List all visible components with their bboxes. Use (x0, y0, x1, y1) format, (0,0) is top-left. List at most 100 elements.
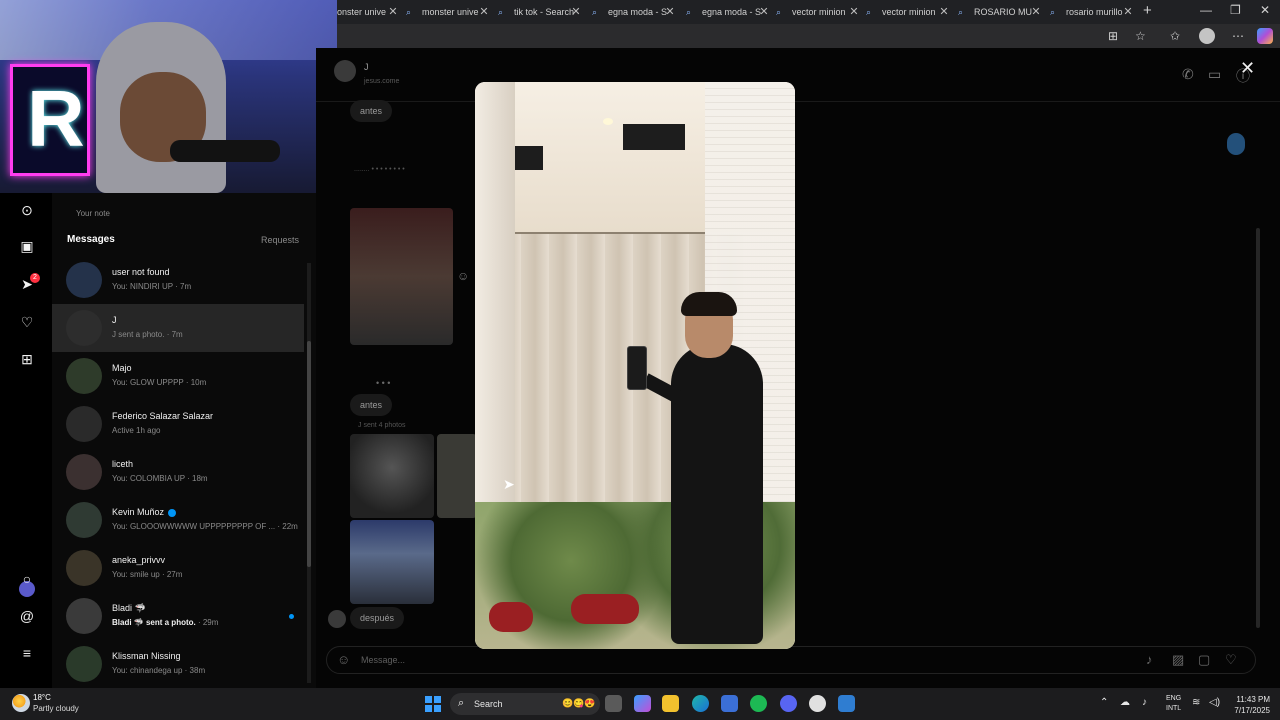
close-tab-icon[interactable]: ✕ (758, 5, 770, 18)
discord-icon[interactable] (780, 695, 797, 712)
onedrive-icon[interactable]: ☁ (1120, 697, 1130, 708)
photo-message-santa[interactable] (350, 208, 453, 345)
ceiling-fixture (623, 124, 685, 150)
close-tab-icon[interactable]: ✕ (1030, 5, 1042, 18)
sticker-icon[interactable]: ▢ (1198, 652, 1210, 668)
sender-avatar[interactable] (328, 610, 346, 628)
tray-chevron-icon[interactable]: ⌃ (1100, 697, 1108, 708)
copilot-app-icon[interactable] (634, 695, 651, 712)
browser-tab[interactable]: ⌕ vector minion ✕ (776, 2, 860, 22)
file-explorer-icon[interactable] (662, 695, 679, 712)
more-options-icon[interactable]: ⋯ (1232, 29, 1244, 43)
weather-icon[interactable] (12, 694, 30, 712)
copilot-icon[interactable] (1257, 28, 1273, 44)
microphone-icon[interactable]: ♪ (1146, 652, 1153, 667)
window-maximize-button[interactable]: ❐ (1230, 3, 1241, 17)
browser-tab[interactable]: ⌕ vector minion ✕ (866, 2, 950, 22)
conversation-avatar (66, 502, 102, 538)
conversation-item[interactable]: aneka_privvv You: smile up · 27m (52, 544, 304, 592)
search-highlight-icon: 😊😋😍 (562, 698, 596, 708)
meta-circle-icon[interactable]: ○ (18, 570, 36, 588)
conversation-item[interactable]: user not found You: NINDIRI UP · 7m (52, 256, 304, 304)
new-tab-button[interactable]: + (1143, 2, 1152, 19)
chat-header-name[interactable]: J (364, 62, 369, 72)
message-bubble[interactable]: después (350, 607, 405, 629)
photo-message-2[interactable] (437, 434, 477, 518)
system-clock[interactable]: 11:43 PM 7/17/2025 (1228, 694, 1270, 716)
verified-badge-icon (168, 508, 177, 517)
like-heart-icon[interactable]: ♡ (1225, 652, 1237, 668)
conversation-item[interactable]: Majo You: GLOW UPPPP · 10m (52, 352, 304, 400)
browser-tab[interactable]: ⌕ tik tok - Search ✕ (498, 2, 582, 22)
browser-tab[interactable]: onster unive ✕ (337, 2, 399, 22)
close-tab-icon[interactable]: ✕ (938, 5, 950, 18)
volume-icon[interactable]: ◁) (1209, 697, 1220, 708)
wifi-icon[interactable]: ≋ (1192, 697, 1200, 708)
your-note[interactable]: Your note (76, 209, 110, 218)
conversation-item[interactable]: J J sent a photo. · 7m (52, 304, 304, 352)
store-icon[interactable] (721, 695, 738, 712)
notifications-heart-icon[interactable]: ♡ (18, 313, 36, 331)
close-tab-icon[interactable]: ✕ (664, 5, 676, 18)
browser-tab[interactable]: ⌕ egna moda - S ✕ (592, 2, 676, 22)
browser-tab[interactable]: ⌕ egna moda - S ✕ (686, 2, 770, 22)
window-minimize-button[interactable]: — (1200, 3, 1212, 17)
message-composer[interactable]: ☺ Message... ♪ ▨ ▢ ♡ (326, 646, 1256, 674)
search-label: Search (474, 699, 503, 709)
close-tab-icon[interactable]: ✕ (387, 5, 399, 18)
conversation-item[interactable]: Kevin Muñoz You: GLOOOWWWWW UPPPPPPPPP OF… (52, 496, 304, 544)
photo-message-1[interactable] (350, 434, 434, 518)
favorite-star-icon[interactable]: ☆ (1135, 29, 1146, 43)
split-screen-icon[interactable]: ⊞ (1108, 29, 1118, 43)
photo-message-3[interactable] (350, 520, 434, 604)
message-bubble[interactable]: antes (350, 100, 393, 122)
conversation-avatar (66, 406, 102, 442)
requests-link[interactable]: Requests (261, 235, 299, 245)
favorites-icon[interactable]: ✩ (1170, 29, 1180, 43)
weather-temperature[interactable]: 18°C (33, 693, 51, 702)
create-plus-icon[interactable]: ⊞ (18, 350, 36, 368)
close-tab-icon[interactable]: ✕ (478, 5, 490, 18)
image-upload-icon[interactable]: ▨ (1172, 652, 1184, 668)
browser-tab[interactable]: ⌕ monster unive ✕ (406, 2, 490, 22)
spotify-icon[interactable] (750, 695, 767, 712)
react-emoji-icon[interactable]: ☺ (457, 269, 469, 283)
weather-condition[interactable]: Partly cloudy (33, 704, 79, 713)
conversation-item[interactable]: Federico Salazar Salazar Active 1h ago (52, 400, 304, 448)
conversation-name: Klissman Nissing (112, 651, 181, 661)
mic-tray-icon[interactable]: ♪ (1142, 697, 1147, 708)
close-tab-icon[interactable]: ✕ (1122, 5, 1134, 18)
language-indicator[interactable]: ENG INTL (1166, 694, 1181, 714)
close-tab-icon[interactable]: ✕ (848, 5, 860, 18)
menu-hamburger-icon[interactable]: ≡ (18, 644, 36, 662)
taskbar-search[interactable]: ⌕ Search 😊😋😍 (450, 693, 600, 715)
call-icon[interactable]: ✆ (1182, 66, 1194, 83)
threads-icon[interactable]: @ (18, 607, 36, 625)
inbox-scrollbar-thumb[interactable] (307, 341, 311, 567)
message-input[interactable]: Message... (361, 655, 405, 665)
task-view-icon[interactable] (605, 695, 622, 712)
tab-title: vector minion (792, 7, 846, 17)
chat-scrollbar[interactable] (1256, 228, 1260, 628)
conversation-item[interactable]: liceth You: COLOMBIA UP · 18m (52, 448, 304, 496)
window-close-button[interactable]: ✕ (1260, 3, 1270, 17)
conversation-item[interactable]: Bladi 🦈 Bladi 🦈 sent a photo. · 29m (52, 592, 304, 640)
emoji-icon[interactable]: ☺ (337, 652, 350, 667)
browser-profile-avatar[interactable] (1199, 28, 1215, 44)
start-button[interactable] (425, 696, 441, 712)
close-viewer-icon[interactable]: ✕ (1240, 58, 1255, 79)
browser-tab[interactable]: ⌕ ROSARIO MU ✕ (958, 2, 1042, 22)
app-icon[interactable] (838, 695, 855, 712)
reels-icon[interactable]: ▣ (18, 237, 36, 255)
sent-message-bubble[interactable] (1227, 133, 1245, 155)
video-call-icon[interactable]: ▭ (1208, 66, 1221, 83)
chat-header-avatar[interactable] (334, 60, 356, 82)
message-bubble[interactable]: antes (350, 394, 393, 416)
conversation-item[interactable]: Klissman Nissing You: chinandega up · 38m (52, 640, 304, 688)
obs-icon[interactable] (809, 695, 826, 712)
edge-browser-icon[interactable] (692, 695, 709, 712)
close-tab-icon[interactable]: ✕ (570, 5, 582, 18)
explore-compass-icon[interactable]: ⊙ (18, 201, 36, 219)
conversation-avatar (66, 310, 102, 346)
browser-tab[interactable]: ⌕ rosario murillo ✕ (1050, 2, 1134, 22)
